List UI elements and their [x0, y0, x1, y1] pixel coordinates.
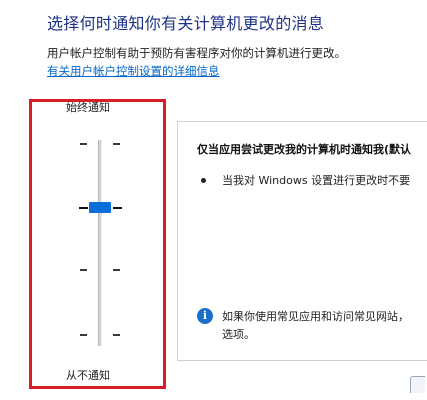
ok-button-partial[interactable]	[410, 376, 425, 393]
slider-tick-right	[113, 269, 120, 271]
info-icon: i	[197, 308, 213, 324]
page-description: 用户帐户控制有助于预防有害程序对你的计算机进行更改。	[47, 46, 346, 60]
slider-tick-right	[113, 334, 120, 336]
page-title: 选择何时通知你有关计算机更改的消息	[47, 14, 325, 33]
slider-tick-left	[79, 207, 88, 209]
slider-tick-left	[80, 334, 87, 336]
info-text-line: 选项。	[222, 328, 255, 341]
info-text: 如果你使用常见应用和访问常见网站， 选项。	[222, 308, 409, 344]
slider-bottom-label: 从不通知	[66, 369, 110, 382]
bullet-icon	[201, 178, 206, 183]
slider-tick-left	[80, 143, 87, 145]
notification-slider-thumb[interactable]	[89, 202, 111, 213]
uac-details-link[interactable]: 有关用户帐户控制设置的详细信息	[47, 63, 220, 79]
notification-slider-track[interactable]	[98, 140, 102, 346]
slider-top-label: 始终通知	[66, 101, 110, 114]
info-text-line: 如果你使用常见应用和访问常见网站，	[222, 310, 409, 323]
level-bullet-text: 当我对 Windows 设置进行更改时不要	[222, 174, 411, 187]
level-title: 仅当应用尝试更改我的计算机时通知我(默认	[197, 143, 412, 156]
slider-tick-right	[113, 143, 120, 145]
slider-tick-right	[113, 207, 122, 209]
slider-tick-left	[80, 269, 87, 271]
